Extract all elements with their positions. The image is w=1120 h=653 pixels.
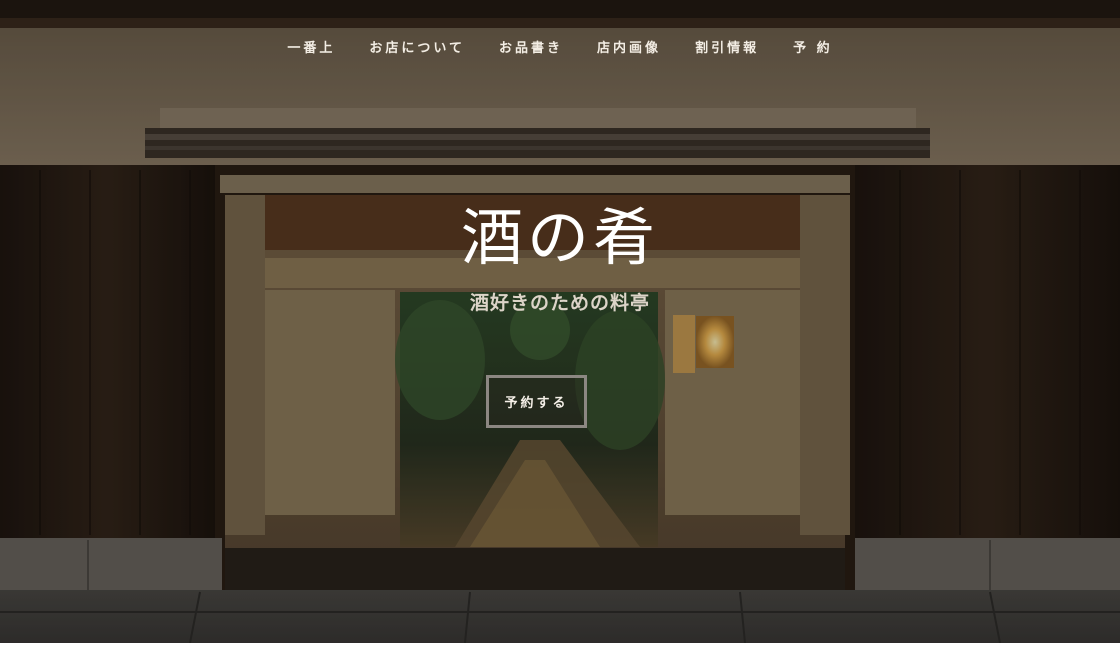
reserve-button[interactable]: 予約する [486, 375, 587, 428]
nav-link-menu[interactable]: お品書き [499, 41, 563, 56]
nav-item-menu: お品書き [499, 37, 563, 56]
hero-section [0, 0, 1120, 643]
nav-item-about: お店について [369, 37, 465, 56]
nav-item-discount: 割引情報 [695, 37, 759, 56]
nav-link-about[interactable]: お店について [369, 41, 465, 56]
nav-link-discount[interactable]: 割引情報 [695, 41, 759, 56]
nav-link-top[interactable]: 一番上 [287, 41, 335, 56]
main-nav: 一番上 お店について お品書き 店内画像 割引情報 予 約 [0, 37, 1120, 56]
nav-item-top: 一番上 [287, 37, 335, 56]
nav-item-reservation: 予 約 [793, 37, 833, 56]
site-tagline: 酒好きのための料亭 [469, 292, 650, 314]
nav-link-reservation[interactable]: 予 約 [793, 41, 833, 56]
site-title: 酒の肴 [460, 201, 659, 274]
hero-dark-overlay [0, 0, 1120, 643]
nav-list: 一番上 お店について お品書き 店内画像 割引情報 予 約 [0, 37, 1120, 56]
nav-link-gallery[interactable]: 店内画像 [597, 41, 661, 56]
nav-item-gallery: 店内画像 [597, 37, 661, 56]
hero-title-block: 酒の肴 酒好きのための料亭 [0, 198, 1120, 315]
